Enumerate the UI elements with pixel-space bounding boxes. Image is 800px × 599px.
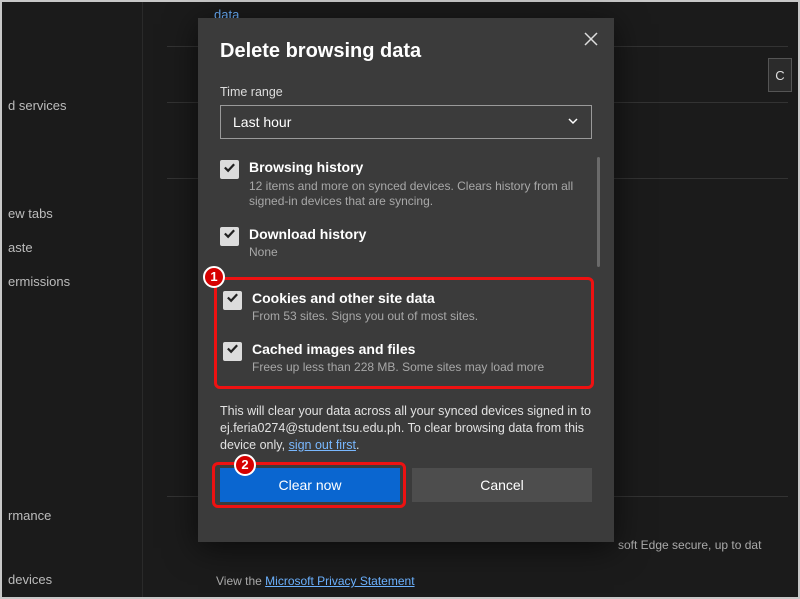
time-range-select[interactable]: Last hour <box>220 105 592 139</box>
option-label: Cookies and other site data <box>252 290 478 308</box>
close-button[interactable] <box>576 26 606 56</box>
time-range-value: Last hour <box>233 114 291 130</box>
sync-disclaimer: This will clear your data across all you… <box>220 403 592 454</box>
time-range-label: Time range <box>220 85 592 99</box>
option-download-history[interactable]: Download history None <box>220 220 592 271</box>
check-icon <box>223 161 236 179</box>
sidebar-item-performance[interactable]: rmance <box>8 498 57 533</box>
view-label: View the <box>216 574 265 588</box>
sidebar-item-new-tabs[interactable]: ew tabs <box>8 196 59 231</box>
check-icon <box>223 227 236 245</box>
option-cached[interactable]: Cached images and files Frees up less th… <box>223 335 585 380</box>
delete-browsing-data-dialog: Delete browsing data Time range Last hou… <box>198 18 614 542</box>
checkbox-cached[interactable] <box>223 342 242 361</box>
sidebar-item-permissions[interactable]: ermissions <box>8 264 76 299</box>
secure-text: soft Edge secure, up to dat <box>618 538 761 552</box>
option-label: Cached images and files <box>252 341 544 359</box>
option-label: Download history <box>249 226 366 244</box>
sidebar-item-devices[interactable]: devices <box>8 562 58 597</box>
option-label: Browsing history <box>249 159 592 177</box>
close-icon <box>584 32 598 51</box>
option-cookies[interactable]: Cookies and other site data From 53 site… <box>223 288 585 335</box>
sidebar-item-paste[interactable]: aste <box>8 230 39 265</box>
sidebar-item-services[interactable]: d services <box>8 88 73 123</box>
option-sub: From 53 sites. Signs you out of most sit… <box>252 309 478 325</box>
option-browsing-history[interactable]: Browsing history 12 items and more on sy… <box>220 153 592 220</box>
chevron-down-icon <box>567 114 579 130</box>
settings-sidebar: d services ew tabs aste ermissions rmanc… <box>2 2 142 597</box>
dialog-buttons: 2 Clear now Cancel <box>220 468 592 502</box>
annotation-callout-1: 1 Cookies and other site data From 53 si… <box>214 277 594 389</box>
check-icon <box>226 291 239 309</box>
disclaimer-text: This will clear your data across all you… <box>220 404 591 452</box>
dialog-title: Delete browsing data <box>220 40 592 63</box>
check-icon <box>226 342 239 360</box>
checkbox-browsing-history[interactable] <box>220 160 239 179</box>
disclaimer-tail: . <box>356 438 359 452</box>
annotation-badge-1: 1 <box>203 266 225 288</box>
choose-button[interactable]: C <box>768 58 792 92</box>
option-sub: 12 items and more on synced devices. Cle… <box>249 179 592 210</box>
sidebar-divider <box>142 2 143 597</box>
sign-out-first-link[interactable]: sign out first <box>289 438 356 452</box>
cancel-button[interactable]: Cancel <box>412 468 592 502</box>
option-sub: None <box>249 245 366 261</box>
privacy-footer: View the Microsoft Privacy Statement <box>216 574 415 588</box>
checkbox-cookies[interactable] <box>223 291 242 310</box>
options-scroll-area: Browsing history 12 items and more on sy… <box>220 153 592 389</box>
privacy-statement-link[interactable]: Microsoft Privacy Statement <box>265 574 414 588</box>
option-sub: Frees up less than 228 MB. Some sites ma… <box>252 360 544 376</box>
annotation-badge-2: 2 <box>234 454 256 476</box>
checkbox-download-history[interactable] <box>220 227 239 246</box>
scrollbar[interactable] <box>597 157 600 267</box>
